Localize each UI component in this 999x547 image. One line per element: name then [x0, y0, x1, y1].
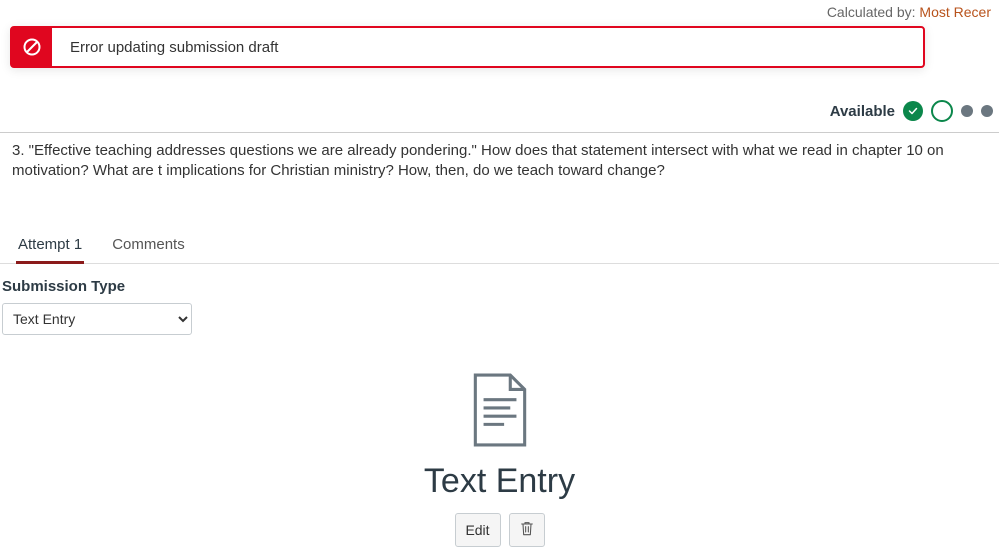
availability-label: Available — [830, 103, 895, 120]
text-entry-actions: Edit — [0, 513, 999, 547]
status-dot-current[interactable] — [931, 100, 953, 122]
edit-button[interactable]: Edit — [455, 513, 501, 547]
calculated-by-label: Calculated by: — [827, 4, 916, 20]
tab-comments[interactable]: Comments — [110, 232, 187, 263]
tab-comments-label: Comments — [112, 236, 185, 253]
text-entry-title: Text Entry — [0, 462, 999, 501]
error-alert-message: Error updating submission draft — [52, 28, 923, 66]
instructions-text: 3. "Effective teaching addresses questio… — [12, 142, 944, 179]
tab-attempt-label: Attempt 1 — [18, 236, 82, 253]
delete-button[interactable] — [509, 513, 545, 547]
status-dot-pending-2[interactable] — [981, 105, 993, 117]
edit-button-label: Edit — [465, 522, 489, 538]
status-dot-complete[interactable] — [903, 101, 923, 121]
text-entry-block: Text Entry Edit — [0, 335, 999, 547]
submission-type-select[interactable]: Text Entry — [2, 303, 192, 335]
submission-tabs: Attempt 1 Comments — [0, 222, 999, 264]
trash-icon — [519, 519, 535, 540]
document-icon — [0, 373, 999, 452]
submission-type-label: Submission Type — [2, 278, 999, 295]
assignment-instructions: 3. "Effective teaching addresses questio… — [0, 132, 999, 222]
calculated-by-link[interactable]: Most Recer — [919, 4, 991, 20]
calculated-by-row: Calculated by: Most Recer — [0, 0, 999, 22]
no-entry-icon — [12, 28, 52, 66]
status-dot-pending-1[interactable] — [961, 105, 973, 117]
error-alert: Error updating submission draft — [10, 26, 925, 68]
submission-type-section: Submission Type Text Entry — [0, 264, 999, 335]
tab-attempt[interactable]: Attempt 1 — [16, 232, 84, 264]
